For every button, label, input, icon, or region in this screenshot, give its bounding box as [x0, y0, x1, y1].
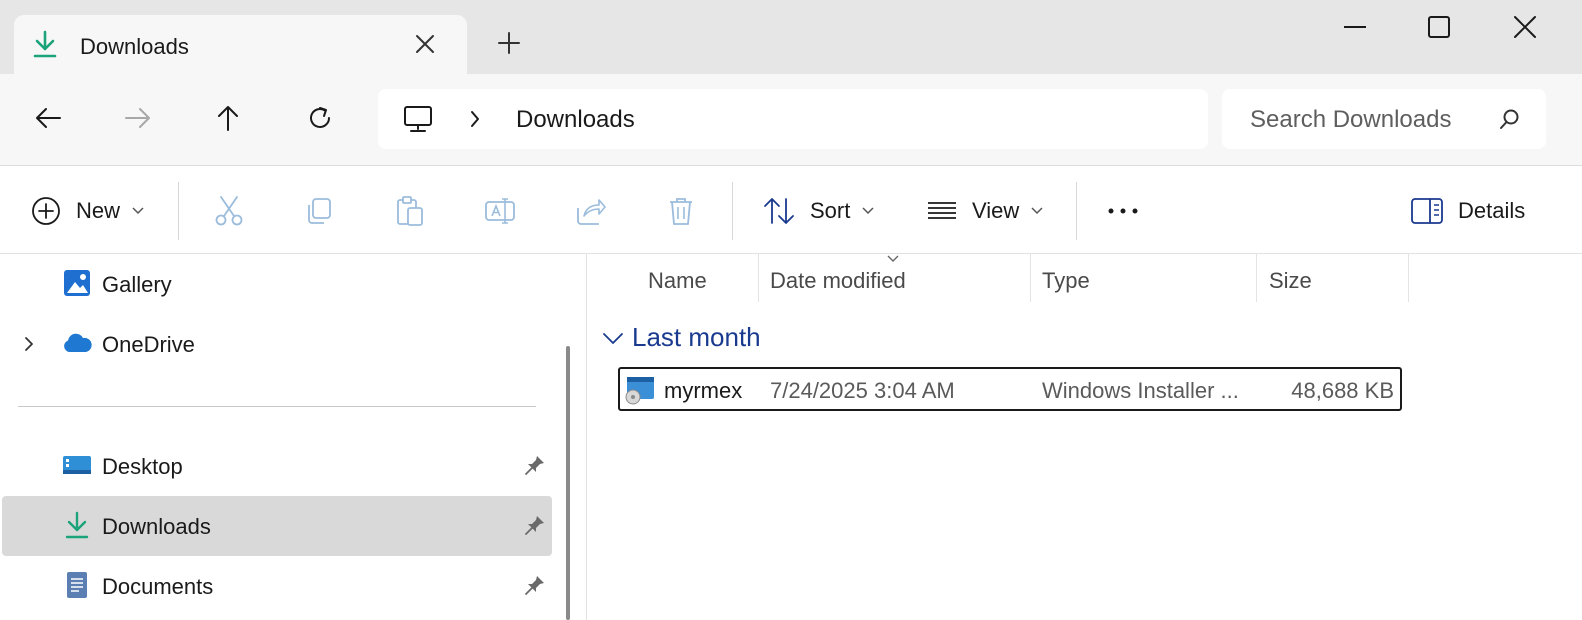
- breadcrumb-current[interactable]: Downloads: [516, 106, 635, 134]
- new-tab-icon[interactable]: [496, 30, 522, 56]
- command-bar: New Sort View Details: [0, 166, 1582, 254]
- tab-downloads[interactable]: Downloads: [14, 15, 467, 74]
- title-bar: Downloads: [0, 0, 1582, 74]
- column-header-type[interactable]: Type: [1031, 254, 1257, 302]
- sidebar-item-downloads[interactable]: Downloads: [2, 496, 552, 556]
- sort-button[interactable]: Sort: [762, 194, 874, 228]
- details-pane-button[interactable]: Details: [1410, 194, 1525, 228]
- group-header-label[interactable]: Last month: [632, 322, 761, 353]
- refresh-icon[interactable]: [304, 102, 336, 134]
- download-icon: [65, 511, 89, 539]
- cut-icon[interactable]: [212, 194, 246, 228]
- chevron-down-icon: [862, 207, 874, 215]
- more-options-icon[interactable]: [1106, 194, 1140, 228]
- sidebar-item-label: Documents: [102, 574, 214, 599]
- back-icon[interactable]: [32, 102, 64, 134]
- plus-circle-icon: [32, 197, 60, 225]
- sidebar-item-label: OneDrive: [102, 332, 195, 357]
- column-header-size[interactable]: Size: [1257, 254, 1407, 302]
- installer-icon: [625, 377, 654, 405]
- search-icon[interactable]: [1498, 107, 1522, 131]
- view-button[interactable]: View: [926, 194, 1043, 228]
- new-button[interactable]: New: [30, 194, 144, 228]
- chevron-right-icon[interactable]: [22, 334, 36, 354]
- chevron-down-icon: [1031, 207, 1043, 215]
- new-label: New: [76, 198, 121, 223]
- file-size: 48,688 KB: [1291, 378, 1394, 403]
- address-bar[interactable]: Downloads: [378, 89, 1208, 149]
- sidebar-divider: [18, 406, 536, 407]
- forward-icon[interactable]: [122, 102, 154, 134]
- documents-icon: [67, 572, 87, 598]
- chevron-down-icon: [132, 207, 144, 215]
- rename-icon[interactable]: [483, 194, 517, 228]
- share-icon[interactable]: [574, 194, 608, 228]
- file-type: Windows Installer ...: [1042, 378, 1239, 403]
- details-label: Details: [1458, 198, 1526, 223]
- sort-icon: [764, 198, 794, 224]
- file-list: Name Date modified Type Size Last month …: [588, 254, 1582, 620]
- tab-title: Downloads: [80, 34, 189, 59]
- copy-icon[interactable]: [302, 194, 336, 228]
- navigation-bar: Downloads Search Downloads: [0, 74, 1582, 166]
- view-label: View: [972, 198, 1020, 223]
- column-header-label: Type: [1042, 268, 1090, 293]
- command-separator: [178, 182, 179, 240]
- chevron-down-icon[interactable]: [602, 332, 624, 346]
- pane-splitter[interactable]: [586, 254, 587, 620]
- delete-icon[interactable]: [664, 194, 698, 228]
- command-separator: [732, 182, 733, 240]
- minimize-icon[interactable]: [1340, 12, 1370, 42]
- file-date-modified: 7/24/2025 3:04 AM: [770, 378, 955, 403]
- navigation-pane: Gallery OneDrive Desktop Downloads Docum…: [0, 254, 556, 620]
- sidebar-item-label: Downloads: [102, 514, 211, 539]
- pin-icon[interactable]: [524, 514, 546, 536]
- sort-label: Sort: [810, 198, 851, 223]
- sidebar-item-gallery[interactable]: Gallery: [2, 254, 552, 314]
- search-input[interactable]: Search Downloads: [1250, 106, 1464, 134]
- download-icon: [33, 30, 57, 58]
- sidebar-item-label: Desktop: [102, 454, 183, 479]
- sort-indicator-icon: [887, 255, 899, 262]
- maximize-icon[interactable]: [1424, 12, 1454, 42]
- close-tab-icon[interactable]: [412, 31, 438, 57]
- paste-icon[interactable]: [393, 194, 427, 228]
- desktop-icon: [63, 456, 91, 474]
- up-icon[interactable]: [212, 102, 244, 134]
- column-header-label: Date modified: [770, 268, 906, 293]
- pin-icon[interactable]: [524, 574, 546, 596]
- search-box[interactable]: Search Downloads: [1222, 89, 1546, 149]
- column-header-label: Name: [648, 268, 707, 293]
- view-list-icon: [928, 202, 956, 219]
- column-header-label: Size: [1269, 268, 1312, 293]
- this-pc-icon[interactable]: [402, 103, 434, 135]
- details-pane-icon: [1411, 198, 1443, 224]
- sidebar-item-desktop[interactable]: Desktop: [2, 436, 552, 496]
- onedrive-icon: [64, 333, 92, 352]
- sidebar-item-onedrive[interactable]: OneDrive: [2, 314, 552, 374]
- sidebar-scrollbar[interactable]: [566, 346, 570, 620]
- close-window-icon[interactable]: [1510, 12, 1540, 42]
- file-name: myrmex: [664, 378, 743, 403]
- pin-icon[interactable]: [524, 454, 546, 476]
- file-row[interactable]: myrmex 7/24/2025 3:04 AM Windows Install…: [618, 367, 1402, 411]
- command-separator: [1076, 182, 1077, 240]
- sidebar-item-documents[interactable]: Documents: [2, 556, 552, 616]
- chevron-right-icon[interactable]: [466, 107, 484, 131]
- column-header-name[interactable]: Name: [588, 254, 758, 302]
- column-divider[interactable]: [1408, 254, 1409, 302]
- gallery-icon: [64, 270, 90, 296]
- sidebar-item-label: Gallery: [102, 272, 172, 297]
